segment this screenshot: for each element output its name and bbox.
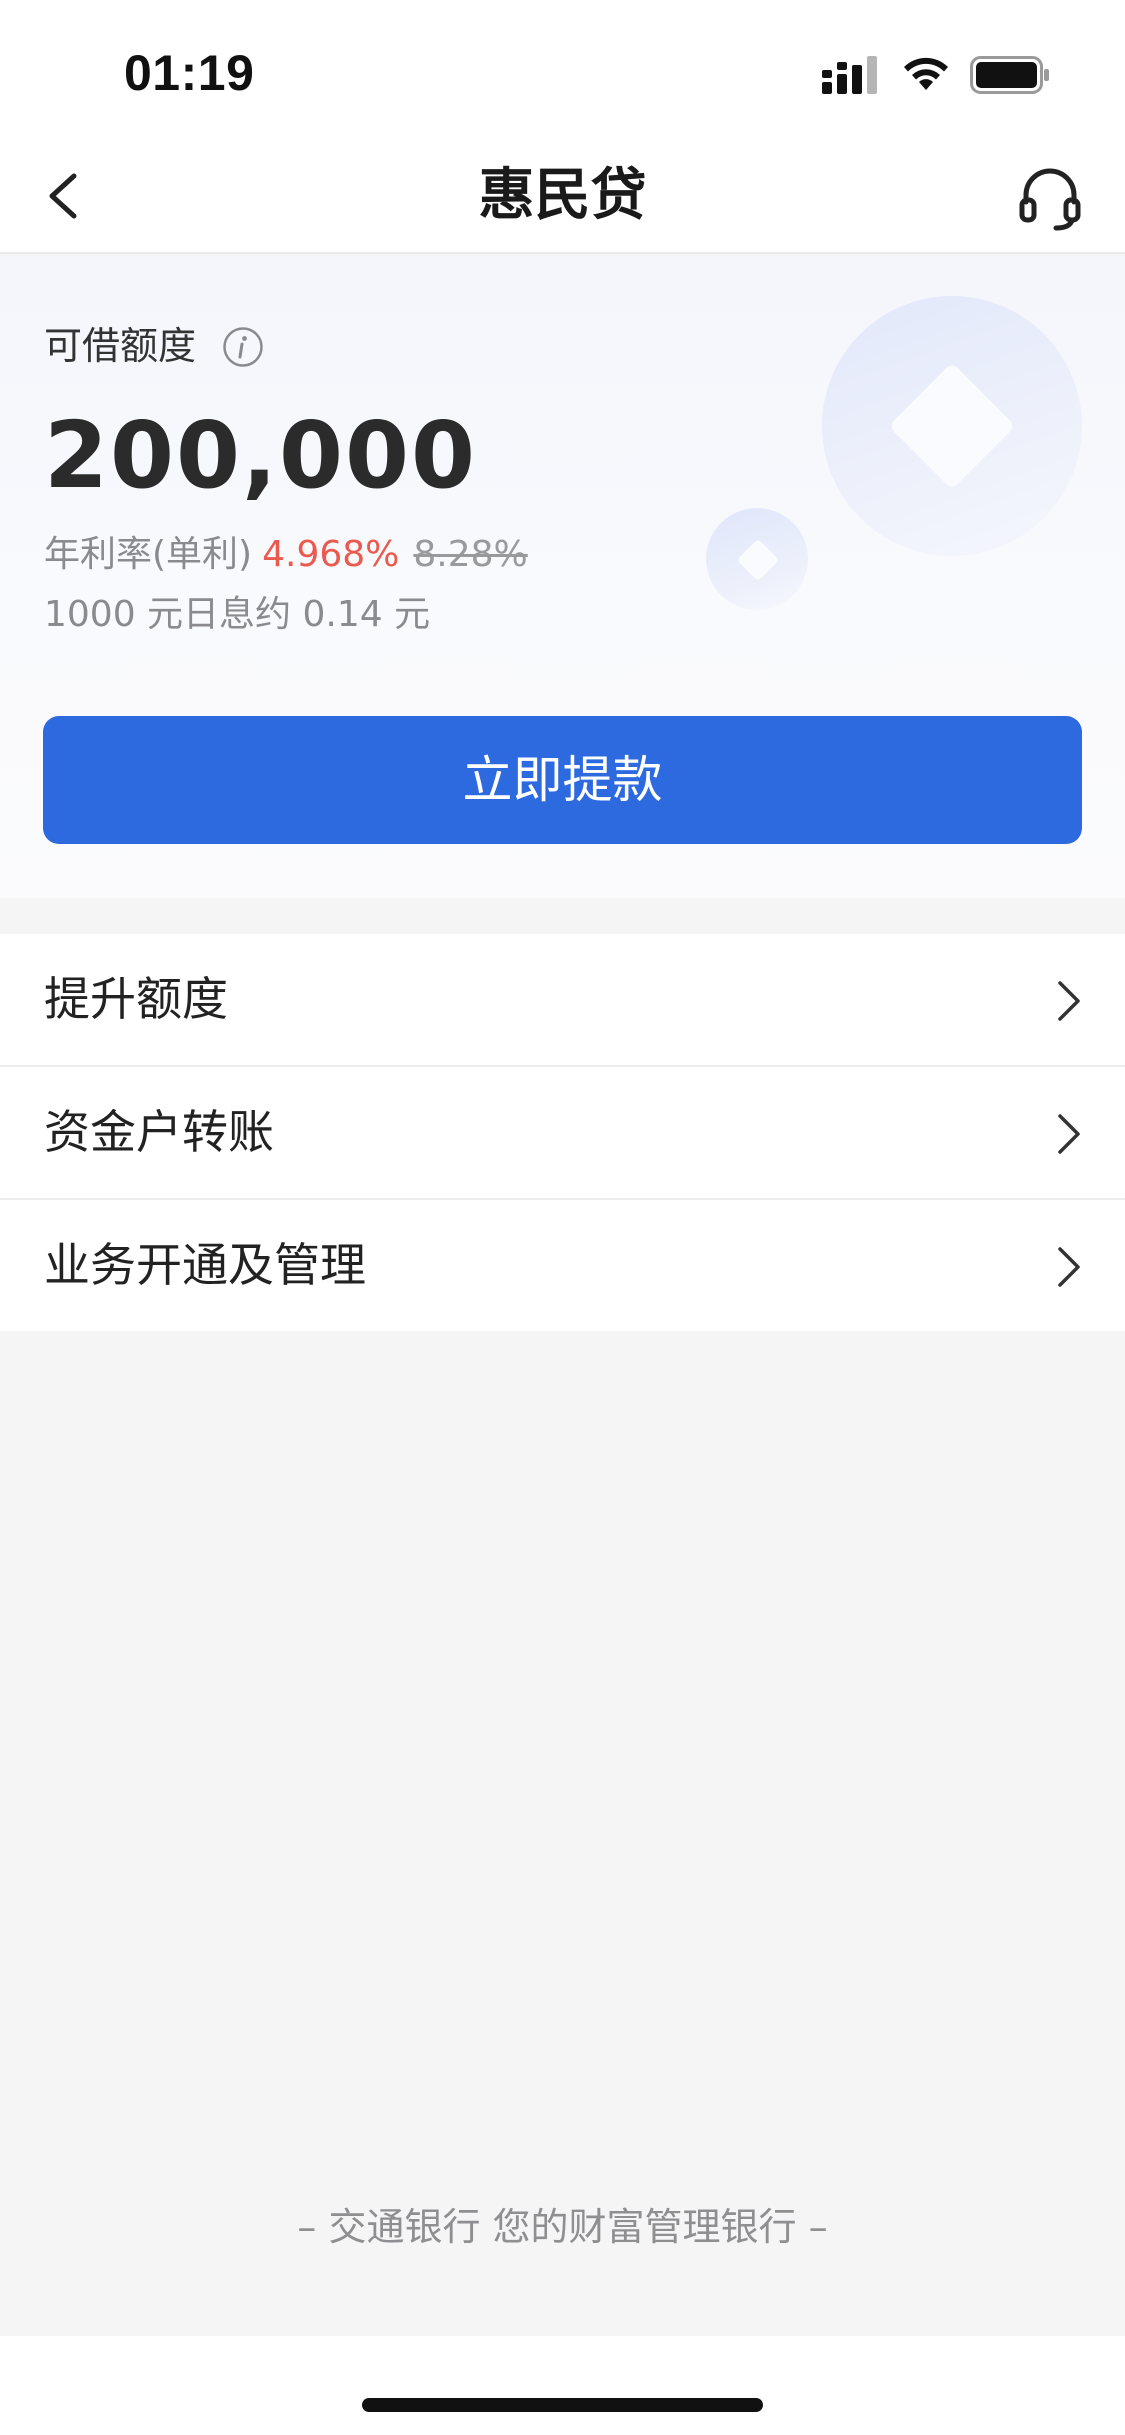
status-bar: 01:19	[0, 0, 1125, 138]
daily-interest: 1000 元日息约 0.14 元	[44, 594, 431, 635]
menu-item-label: 业务开通及管理	[44, 1238, 366, 1292]
available-limit-label: 可借额度	[44, 324, 197, 368]
page-title: 惠民贷	[478, 163, 647, 228]
chevron-right-icon	[1058, 1114, 1080, 1154]
chevron-right-icon	[1058, 981, 1080, 1021]
home-indicator[interactable]	[362, 2398, 763, 2412]
menu-item-raise-limit[interactable]: 提升额度	[0, 934, 1125, 1067]
menu-item-label: 提升额度	[44, 972, 228, 1026]
menu-item-service-management[interactable]: 业务开通及管理	[0, 1200, 1125, 1331]
annual-rate-line: 年利率(单利) 4.968% 8.28%	[44, 530, 528, 580]
chevron-right-icon	[1058, 1247, 1080, 1287]
home-indicator-area	[0, 2336, 1125, 2435]
status-time: 01:19	[124, 45, 255, 101]
current-rate: 4.968%	[262, 534, 400, 575]
battery-icon	[970, 56, 1049, 94]
headset-icon[interactable]	[1014, 162, 1086, 234]
menu-item-fund-transfer[interactable]: 资金户转账	[0, 1067, 1125, 1200]
nav-bar: 惠民贷	[0, 138, 1125, 254]
wifi-icon	[904, 57, 948, 90]
withdraw-button[interactable]: 立即提款	[43, 716, 1082, 844]
footer-slogan: – 交通银行 您的财富管理银行 –	[297, 2205, 828, 2249]
menu-item-label: 资金户转账	[44, 1105, 274, 1159]
annual-rate-label: 年利率(单利)	[44, 534, 253, 575]
available-amount: 200,000	[44, 402, 478, 509]
loan-summary-card: 可借额度 200,000 年利率(单利) 4.968% 8.28% 1000 元日息…	[0, 256, 1125, 898]
info-icon[interactable]	[222, 326, 264, 368]
signal-icon	[822, 56, 877, 94]
menu-list: 提升额度 资金户转账 业务开通及管理	[0, 934, 1125, 1331]
original-rate: 8.28%	[413, 534, 528, 575]
